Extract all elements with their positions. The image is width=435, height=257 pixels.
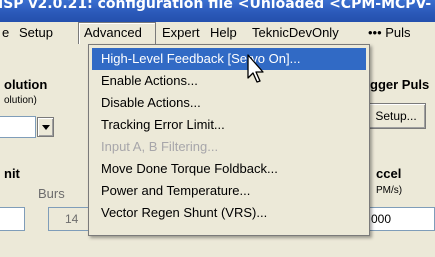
unit-field[interactable] [0,207,25,231]
resolution-select[interactable] [0,116,36,138]
burst-label: Burs [38,186,65,201]
advanced-menu-dropdown: High-Level Feedback [Servo On]... Enable… [88,44,370,236]
menu-expert[interactable]: Expert [157,22,205,44]
menu-item-vector-regen-shunt[interactable]: Vector Regen Shunt (VRS)... [92,202,366,224]
menu-help[interactable]: Help [205,22,242,44]
trigger-pulse-heading: gger Puls [370,77,430,92]
resolution-sublabel: olution) [4,95,37,106]
menu-item-tracking-error-limit[interactable]: Tracking Error Limit... [92,114,366,136]
menu-item-input-ab-filtering: Input A, B Filtering... [101,139,219,154]
chevron-down-icon [42,125,50,130]
setup-button[interactable]: Setup... [366,103,426,129]
menu-bar: e Setup Advanced Expert Help TeknicDevOn… [0,22,435,44]
menu-pulse[interactable]: ••• Puls [363,22,416,44]
accel-value: 000 [371,212,392,226]
unit-heading: nit [4,166,20,181]
menu-file[interactable]: e [0,22,14,44]
window-title: ISP v2.0.21: configuration file <Unloade… [0,0,432,12]
menu-item-disable-actions[interactable]: Disable Actions... [92,92,366,114]
resolution-dropdown-button[interactable] [37,117,54,137]
burst-value: 14 [65,212,79,226]
accel-sublabel: PM/s) [376,185,403,196]
menu-setup[interactable]: Setup [14,22,58,44]
accel-field[interactable]: 000 [366,207,435,231]
menu-item-high-level-feedback[interactable]: High-Level Feedback [Servo On]... [92,48,366,70]
menu-item-move-done-torque-foldback[interactable]: Move Done Torque Foldback... [92,158,366,180]
app-window: ISP v2.0.21: configuration file <Unloade… [0,0,435,257]
resolution-heading: olution [4,77,48,92]
accel-heading: ccel [376,166,402,181]
menu-item-power-and-temperature[interactable]: Power and Temperature... [92,180,366,202]
menu-item-enable-actions[interactable]: Enable Actions... [92,70,366,92]
menu-teknicdevonly[interactable]: TeknicDevOnly [247,22,344,44]
title-bar: ISP v2.0.21: configuration file <Unloade… [0,0,435,22]
mouse-cursor-icon [247,54,264,83]
menu-advanced[interactable]: Advanced [78,22,156,44]
